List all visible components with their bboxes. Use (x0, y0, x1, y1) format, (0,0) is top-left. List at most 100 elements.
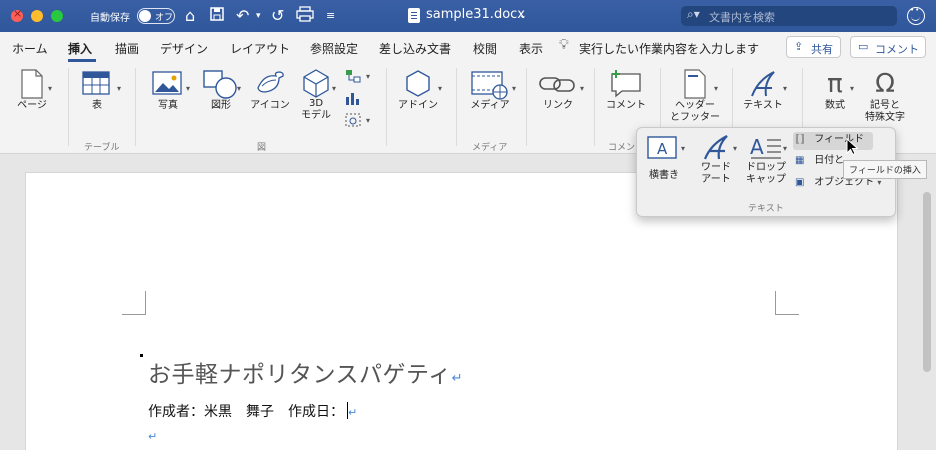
calendar-icon: ▦ (795, 155, 805, 166)
smartart-dropdown-icon[interactable]: ▾ (366, 72, 370, 81)
search-input[interactable]: 文書内を検索 (709, 9, 775, 25)
link-dropdown-icon[interactable]: ▾ (580, 84, 584, 93)
group-label-table: テーブル (84, 143, 120, 153)
share-button[interactable]: ⇪ 共有 (786, 36, 841, 58)
ribbon-separator (68, 68, 69, 146)
field-button[interactable]: ⟦⟧ フィールド (795, 134, 875, 146)
header-footer-label-2: とフッター (670, 112, 720, 123)
autosave-state: オフ (155, 13, 174, 23)
textbox-dropdown-icon[interactable]: ▾ (681, 144, 685, 153)
tab-insert[interactable]: 挿入 (68, 40, 92, 57)
document-heading[interactable]: お手軽ナポリタンスパゲティ↵ (148, 355, 463, 389)
header-footer-dropdown-icon[interactable]: ▾ (714, 84, 718, 93)
textbox-button[interactable]: A 横書き (643, 134, 685, 182)
media-dropdown-icon[interactable]: ▾ (512, 84, 516, 93)
customize-toolbar-icon[interactable]: ≡ (326, 9, 335, 22)
tab-references[interactable]: 参照設定 (310, 40, 358, 57)
header-footer-label-1: ヘッダー (675, 100, 715, 111)
ribbon-separator (594, 68, 595, 146)
minimize-window-button[interactable] (31, 10, 43, 22)
undo-icon[interactable]: ↶ (236, 6, 249, 25)
lightbulb-icon: 💡︎ (559, 37, 569, 53)
symbol-label-2: 特殊文字 (865, 112, 905, 123)
page-button[interactable]: ページ (12, 68, 52, 112)
textbox-label: 横書き (649, 170, 679, 181)
addins-dropdown-icon[interactable]: ▾ (438, 84, 442, 93)
page-dropdown-icon[interactable]: ▾ (48, 84, 52, 93)
dropcap-dropdown-icon[interactable]: ▾ (783, 144, 787, 153)
title-dropdown-icon[interactable]: ⌄ (519, 11, 527, 21)
autosave-label: 自動保存 (90, 13, 130, 24)
wordart-dropdown-icon[interactable]: ▾ (733, 144, 737, 153)
paragraph-mark: ↵ (451, 371, 464, 386)
3d-models-dropdown-icon[interactable]: ▾ (332, 84, 336, 93)
dropcap-button[interactable]: A ドロップ キャップ (743, 132, 789, 186)
ribbon-tabs: ホーム 挿入 描画 デザイン レイアウト 参照設定 差し込み文書 校閲 表示 💡… (0, 32, 936, 62)
save-icon[interactable] (209, 6, 225, 22)
tab-draw[interactable]: 描画 (115, 40, 139, 57)
addins-button[interactable]: アドイン (396, 68, 440, 112)
text-button[interactable]: テキスト (740, 68, 786, 112)
author-line-text: 作成者：米黒 舞子 作成日： (148, 404, 344, 420)
tab-view[interactable]: 表示 (519, 40, 543, 57)
zoom-window-button[interactable] (51, 10, 63, 22)
photo-dropdown-icon[interactable]: ▾ (186, 84, 190, 93)
link-button[interactable]: リンク (536, 68, 580, 112)
close-window-button[interactable] (11, 7, 23, 22)
margin-mark-left (122, 291, 146, 315)
undo-dropdown-icon[interactable]: ▾ (256, 11, 261, 21)
comments-button[interactable]: ▭ コメント (850, 36, 926, 58)
margin-mark-right (775, 291, 799, 315)
search-box[interactable]: ⌕▾ 文書内を検索 (681, 6, 897, 26)
window-title: sample31.docx (426, 7, 525, 22)
autosave-toggle[interactable]: オフ (137, 8, 175, 24)
tell-me-input[interactable]: 実行したい作業内容を入力します (579, 40, 759, 57)
tab-home[interactable]: ホーム (12, 40, 48, 57)
photo-button[interactable]: 写真 (148, 68, 188, 112)
empty-line[interactable]: ↵ (148, 428, 157, 444)
smartart-icon[interactable] (344, 68, 362, 84)
feedback-icon[interactable] (907, 6, 925, 25)
tab-mailings[interactable]: 差し込み文書 (379, 40, 451, 57)
screenshot-icon[interactable] (344, 112, 362, 128)
media-label: メディア (470, 100, 510, 111)
tab-design[interactable]: デザイン (160, 40, 208, 57)
3d-models-label-2: モデル (301, 110, 331, 121)
redo-icon[interactable]: ↺ (271, 6, 284, 25)
chart-icon[interactable] (344, 90, 362, 106)
wordart-button[interactable]: ワード アート (693, 132, 739, 186)
media-button[interactable]: メディア (466, 68, 514, 112)
comment-icon: ▭ (858, 40, 869, 53)
page-label: ページ (17, 100, 47, 111)
table-label: 表 (92, 100, 102, 111)
wordart-label-1: ワード (701, 162, 731, 173)
shapes-button[interactable]: 図形 (200, 68, 242, 112)
author-line[interactable]: 作成者：米黒 舞子 作成日： ↵ (148, 401, 357, 421)
toggle-knob (139, 10, 151, 22)
tab-review[interactable]: 校閲 (473, 40, 497, 57)
ribbon-separator (135, 68, 136, 146)
new-comment-label: コメント (606, 100, 646, 111)
equation-dropdown-icon[interactable]: ▾ (850, 84, 854, 93)
tab-layout[interactable]: レイアウト (230, 40, 290, 57)
print-icon[interactable] (296, 6, 314, 22)
addin-hexagon-icon (406, 70, 430, 97)
mouse-pointer-icon (846, 138, 858, 156)
datetime-label: 日付と (814, 155, 845, 166)
home-icon[interactable]: ⌂ (185, 6, 195, 25)
text-dropdown-icon[interactable]: ▾ (783, 84, 787, 93)
3d-models-button[interactable]: 3D モデル (296, 68, 336, 122)
table-button[interactable]: 表 (80, 68, 114, 112)
symbol-button[interactable]: Ω 記号と 特殊文字 (862, 68, 908, 124)
object-dropdown-icon[interactable]: ▾ (877, 178, 881, 187)
new-comment-button[interactable]: コメント (604, 68, 648, 112)
icons-button[interactable]: アイコン (248, 68, 292, 112)
svg-text:A: A (657, 140, 668, 158)
photo-label: 写真 (158, 100, 178, 111)
screenshot-dropdown-icon[interactable]: ▾ (366, 116, 370, 125)
vertical-scrollbar[interactable] (923, 192, 931, 372)
dropcap-label-2: キャップ (746, 174, 786, 185)
header-footer-button[interactable]: ヘッダー とフッター (668, 68, 722, 124)
shapes-dropdown-icon[interactable]: ▾ (237, 84, 241, 93)
table-dropdown-icon[interactable]: ▾ (117, 84, 121, 93)
